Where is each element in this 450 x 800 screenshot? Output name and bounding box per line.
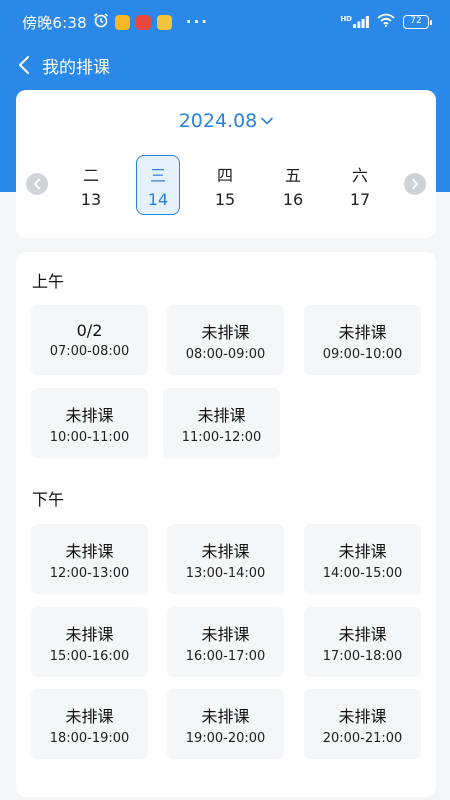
day-fri[interactable]: 五 16 — [271, 155, 315, 215]
slot-status: 未排课 — [338, 624, 387, 644]
slot-status: 未排课 — [338, 541, 387, 561]
slot-status: 未排课 — [65, 624, 114, 644]
next-week-button[interactable] — [404, 173, 426, 195]
slot-time: 20:00-21:00 — [322, 730, 403, 746]
notification-app-icon — [135, 14, 151, 30]
slot-time: 13:00-14:00 — [185, 565, 266, 581]
slot-time: 16:00-17:00 — [185, 648, 266, 664]
alarm-icon — [93, 12, 109, 32]
slot-time: 18:00-19:00 — [49, 730, 130, 746]
more-notifications-icon: ··· — [185, 13, 209, 31]
slot-time: 10:00-11:00 — [49, 429, 130, 445]
day-date: 17 — [349, 189, 371, 209]
time-slot[interactable]: 未排课 14:00-15:00 — [304, 524, 421, 594]
notification-app-icon — [156, 14, 172, 30]
day-sat[interactable]: 六 17 — [338, 155, 382, 215]
day-wed-selected[interactable]: 三 14 — [136, 155, 180, 215]
day-date: 13 — [80, 189, 102, 209]
status-bar: 傍晚6:38 ··· HD 72 — [0, 0, 450, 44]
day-date: 16 — [282, 189, 304, 209]
day-date: 14 — [147, 189, 169, 209]
time-slot[interactable]: 0/2 07:00-08:00 — [31, 305, 148, 375]
time-slot[interactable]: 未排课 18:00-19:00 — [31, 689, 148, 759]
day-weekday: 三 — [149, 165, 166, 185]
network-type-label: HD — [340, 15, 352, 23]
slot-status: 未排课 — [65, 541, 114, 561]
day-weekday: 四 — [216, 165, 233, 185]
slot-time: 08:00-09:00 — [185, 346, 266, 362]
slot-time: 09:00-10:00 — [322, 346, 403, 362]
slot-time: 07:00-08:00 — [49, 344, 130, 359]
chevron-right-icon — [412, 178, 419, 190]
time-slot[interactable]: 未排课 13:00-14:00 — [167, 524, 284, 594]
app-header: 我的排课 — [0, 44, 450, 86]
slot-time: 14:00-15:00 — [322, 565, 403, 581]
time-slot[interactable]: 未排课 09:00-10:00 — [304, 305, 421, 375]
day-date: 15 — [214, 189, 236, 209]
page-title: 我的排课 — [42, 57, 110, 78]
slot-status: 未排课 — [201, 624, 250, 644]
slot-status: 未排课 — [338, 706, 387, 726]
battery-level: 72 — [403, 15, 429, 29]
day-weekday: 五 — [284, 165, 301, 185]
time-slot[interactable]: 未排课 11:00-12:00 — [163, 388, 280, 458]
schedule-card: 上午 0/2 07:00-08:00 未排课 08:00-09:00 未排课 0… — [16, 252, 436, 797]
time-slot[interactable]: 未排课 16:00-17:00 — [167, 607, 284, 677]
wifi-icon — [377, 13, 395, 31]
slot-status: 未排课 — [197, 405, 246, 425]
day-thu[interactable]: 四 15 — [203, 155, 247, 215]
notification-app-icon — [114, 14, 130, 30]
slot-status: 0/2 — [76, 321, 103, 340]
back-button[interactable] — [18, 50, 38, 80]
time-slot[interactable]: 未排课 19:00-20:00 — [167, 689, 284, 759]
time-slot[interactable]: 未排课 12:00-13:00 — [31, 524, 148, 594]
day-tue[interactable]: 二 13 — [69, 155, 113, 215]
slot-status: 未排课 — [201, 322, 250, 342]
time-slot[interactable]: 未排课 15:00-16:00 — [31, 607, 148, 677]
time-slot[interactable]: 未排课 08:00-09:00 — [167, 305, 284, 375]
afternoon-section-title: 下午 — [32, 490, 65, 509]
slot-status: 未排课 — [201, 706, 250, 726]
chevron-left-icon — [19, 56, 29, 74]
slot-time: 11:00-12:00 — [181, 429, 262, 445]
time-slot[interactable]: 未排课 20:00-21:00 — [304, 689, 421, 759]
slot-time: 12:00-13:00 — [49, 565, 130, 581]
slot-time: 17:00-18:00 — [322, 648, 403, 664]
date-selector-card: 2024.08 二 13 三 14 四 15 五 16 六 17 — [16, 90, 436, 238]
month-label: 2024.08 — [178, 110, 258, 132]
slot-status: 未排课 — [65, 405, 114, 425]
slot-status: 未排课 — [201, 541, 250, 561]
month-picker[interactable]: 2024.08 — [16, 110, 436, 132]
day-weekday: 二 — [82, 165, 99, 185]
cellular-signal-icon: HD — [340, 16, 369, 28]
time-slot[interactable]: 未排课 10:00-11:00 — [31, 388, 148, 458]
slot-time: 15:00-16:00 — [49, 648, 130, 664]
morning-section-title: 上午 — [32, 272, 65, 291]
chevron-left-icon — [33, 178, 40, 190]
slot-status: 未排课 — [65, 706, 114, 726]
battery-icon: 72 — [403, 15, 432, 29]
day-weekday: 六 — [351, 165, 368, 185]
slot-time: 19:00-20:00 — [185, 730, 266, 746]
slot-status: 未排课 — [338, 322, 387, 342]
time-slot[interactable]: 未排课 17:00-18:00 — [304, 607, 421, 677]
status-time: 傍晚6:38 — [22, 13, 87, 32]
prev-week-button[interactable] — [26, 173, 48, 195]
chevron-down-icon — [261, 117, 274, 125]
